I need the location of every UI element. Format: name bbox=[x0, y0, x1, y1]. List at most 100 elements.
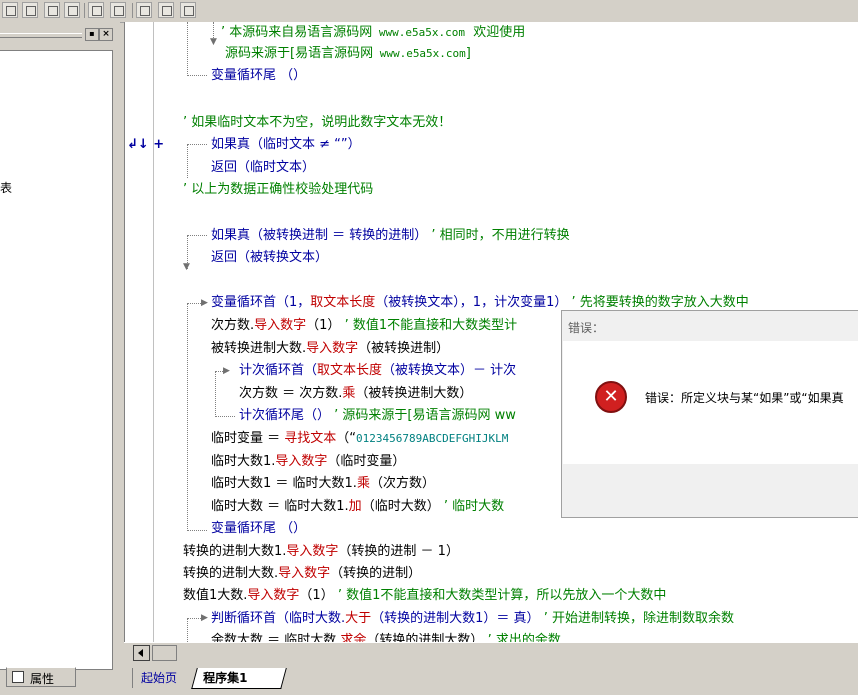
block-guide bbox=[213, 22, 214, 38]
code-line[interactable]: 变量循环尾 （） bbox=[211, 68, 306, 84]
left-panel: ▪ × 表 bbox=[0, 22, 120, 670]
code-line[interactable]: 变量循环首（1，取文本长度（被转换文本），1，计次变量1） ’ 先将要转换的数字… bbox=[211, 295, 749, 311]
align-middle-icon[interactable] bbox=[64, 2, 80, 18]
variable-text: （转换的进制大数） bbox=[366, 633, 484, 642]
tab-program-set-label: 程序集1 bbox=[203, 671, 248, 685]
variable-text: 次方数 ＝ 次方数. bbox=[239, 386, 343, 401]
variable-text: 临时大数1. bbox=[211, 454, 276, 469]
comment-text: ’ 源码来源于[易语言源码网 ww bbox=[330, 408, 516, 423]
comment-text: ’ 相同时，不用进行转换 bbox=[427, 228, 570, 243]
function-text: 大于 bbox=[345, 611, 372, 626]
tab-properties[interactable]: 属性 bbox=[6, 667, 76, 687]
code-line[interactable]: 转换的进制大数.导入数字（转换的进制） bbox=[183, 566, 421, 582]
comment-text: ’ 以上为数据正确性校验处理代码 bbox=[183, 182, 374, 197]
keyword-text: （被转换文本）－ 计次 bbox=[382, 363, 517, 378]
scroll-thumb[interactable] bbox=[152, 645, 177, 661]
same-width-icon[interactable] bbox=[88, 2, 104, 18]
block-guide bbox=[187, 235, 207, 236]
keyword-text: （转换的进制大数1）＝ 真） bbox=[371, 611, 540, 626]
panel-maximize-button[interactable]: ▪ bbox=[85, 28, 99, 41]
align-center-icon[interactable] bbox=[22, 2, 38, 18]
keyword-text: 返回（被转换文本） bbox=[211, 250, 329, 265]
block-guide bbox=[187, 22, 188, 76]
scroll-left-icon[interactable] bbox=[133, 645, 150, 661]
function-text: 乘 bbox=[356, 476, 370, 491]
tree-item-fragment[interactable]: 表 bbox=[0, 179, 12, 196]
variable-text: 数值1大数. bbox=[183, 588, 248, 603]
code-line[interactable]: ’ 以上为数据正确性校验处理代码 bbox=[183, 182, 373, 198]
code-line[interactable]: 变量循环尾 （） bbox=[211, 521, 306, 537]
comment-text: ’ 数值1不能直接和大数类型计 bbox=[340, 318, 518, 333]
horizontal-spacing-icon[interactable] bbox=[136, 2, 152, 18]
horizontal-scrollbar[interactable] bbox=[124, 642, 858, 663]
variable-text: 临时变量 ＝ bbox=[211, 431, 285, 446]
align-top-icon[interactable] bbox=[44, 2, 60, 18]
code-line[interactable]: 临时大数 ＝ 临时大数1.加（临时大数） ’ 临时大数 bbox=[211, 499, 504, 515]
variable-text: （1） bbox=[299, 588, 334, 603]
gutter-divider bbox=[153, 22, 154, 642]
code-line[interactable]: 如果真（被转换进制 ＝ 转换的进制） ’ 相同时，不用进行转换 bbox=[211, 228, 570, 244]
string-literal: 0123456789ABCDEFGHIJKLM bbox=[356, 432, 509, 445]
comment-text: ’ 本源码来自易语言源码网 bbox=[221, 25, 373, 40]
same-height-icon[interactable] bbox=[110, 2, 126, 18]
comment-text: ’ 先将要转换的数字放入大数中 bbox=[567, 295, 749, 310]
code-line[interactable]: 判断循环首（临时大数.大于（转换的进制大数1）＝ 真） ’ 开始进制转换，除进制… bbox=[211, 611, 734, 627]
vertical-spacing-icon[interactable] bbox=[158, 2, 174, 18]
dialog-title: 错误： bbox=[568, 321, 605, 335]
toolbar bbox=[0, 0, 858, 23]
flow-arrow-icon: ▼ bbox=[183, 262, 190, 272]
align-left-icon[interactable] bbox=[2, 2, 18, 18]
code-line[interactable]: 临时变量 ＝ 寻找文本（“0123456789ABCDEFGHIJKLM bbox=[211, 431, 508, 447]
function-text: 乘 bbox=[342, 386, 356, 401]
code-line[interactable]: 转换的进制大数1.导入数字（转换的进制 － 1） bbox=[183, 544, 459, 560]
keyword-text: 变量循环尾 （） bbox=[211, 521, 307, 536]
dialog-message: 错误：所定义块与某“如果”或“如果真 bbox=[645, 391, 844, 405]
keyword-text: 变量循环首（1， bbox=[211, 295, 311, 310]
tab-start-page[interactable]: 起始页 bbox=[132, 668, 199, 688]
panel-grip[interactable] bbox=[0, 33, 82, 38]
function-text: 取文本长度 bbox=[310, 295, 376, 310]
code-line[interactable]: 临时大数1 ＝ 临时大数1.乘（次方数） bbox=[211, 476, 435, 492]
panel-close-button[interactable]: × bbox=[99, 28, 113, 41]
flow-arrow-icon: ▶ bbox=[201, 613, 208, 623]
code-line[interactable]: 被转换进制大数.导入数字（被转换进制） bbox=[211, 341, 449, 357]
keyword-text: 判断循环首（临时大数. bbox=[211, 611, 346, 626]
function-text: 导入数字 bbox=[247, 588, 300, 603]
block-guide bbox=[215, 416, 235, 417]
code-line[interactable]: 返回（临时文本） bbox=[211, 160, 315, 176]
code-line[interactable]: 计次循环尾（） ’ 源码来源于[易语言源码网 ww bbox=[239, 408, 516, 424]
comment-text: ’ 求出的余数 bbox=[483, 633, 561, 642]
block-guide bbox=[187, 303, 188, 531]
function-text: 求余 bbox=[340, 633, 367, 642]
code-line[interactable]: ’ 本源码来自易语言源码网 www.e5a5x.com 欢迎使用 bbox=[221, 25, 525, 41]
comment-text: 欢迎使用 bbox=[464, 25, 526, 40]
code-line[interactable]: 数值1大数.导入数字（1） ’ 数值1不能直接和大数类型计算，所以先放入一个大数… bbox=[183, 588, 666, 604]
breakpoint-marker[interactable]: ↲↓ + bbox=[127, 137, 164, 152]
code-line[interactable]: 临时大数1.导入数字（临时变量） bbox=[211, 454, 405, 470]
function-text: 导入数字 bbox=[286, 544, 339, 559]
code-line[interactable]: 源码来源于[易语言源码网 www.e5a5x.com] bbox=[225, 46, 471, 62]
toolbar-separator bbox=[132, 3, 133, 18]
code-line[interactable]: 余数大数 ＝ 临时大数.求余（转换的进制大数） ’ 求出的余数 bbox=[211, 633, 561, 642]
variable-text: （次方数） bbox=[369, 476, 435, 491]
code-line[interactable]: 计次循环首（取文本长度（被转换文本）－ 计次 bbox=[239, 363, 516, 379]
variable-text: （“ bbox=[336, 431, 357, 446]
dialog-body: ✕ 错误：所定义块与某“如果”或“如果真 bbox=[563, 341, 858, 464]
code-line[interactable]: 返回（被转换文本） bbox=[211, 250, 328, 266]
program-tree[interactable]: 表 bbox=[0, 50, 113, 670]
comment-text: ’ 临时大数 bbox=[439, 499, 505, 514]
tab-program-set[interactable]: 程序集1 bbox=[191, 668, 287, 689]
code-line[interactable]: 如果真（临时文本 ≠ “”） bbox=[211, 137, 361, 153]
variable-text: （1） bbox=[306, 318, 341, 333]
comment-text: ’ 如果临时文本不为空，说明此数字文本无效！ bbox=[183, 115, 452, 130]
code-line[interactable]: 次方数 ＝ 次方数.乘（被转换进制大数） bbox=[239, 386, 472, 402]
keyword-text: 如果真（临时文本 ≠ “”） bbox=[211, 137, 361, 152]
keyword-text: 变量循环尾 （） bbox=[211, 68, 307, 83]
keyword-text: 计次循环尾（） bbox=[239, 408, 331, 423]
code-line[interactable]: ’ 如果临时文本不为空，说明此数字文本无效！ bbox=[183, 115, 451, 131]
toolbar-separator bbox=[84, 3, 85, 18]
code-line[interactable]: 次方数.导入数字（1） ’ 数值1不能直接和大数类型计 bbox=[211, 318, 517, 334]
tab-properties-label: 属性 bbox=[30, 672, 55, 686]
function-text: 导入数字 bbox=[254, 318, 307, 333]
center-in-window-icon[interactable] bbox=[180, 2, 196, 18]
